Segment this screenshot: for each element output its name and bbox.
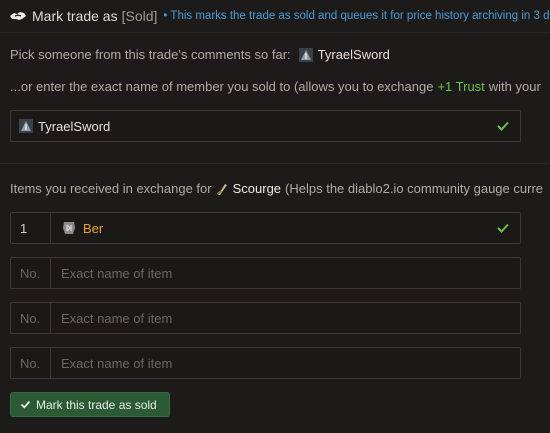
item-name-input[interactable]: Exact name of item [51,303,520,333]
enter-prefix: ...or enter the exact name of member you… [10,79,434,94]
commenter-link[interactable]: TyraelSword [298,47,390,62]
header-status-tag: [Sold] [121,8,158,24]
mark-sold-label: Mark this trade as sold [36,397,157,412]
trust-bonus: +1 Trust [437,79,485,94]
header-title: Mark trade as [32,8,118,24]
item-row: No. Exact name of item [10,257,521,289]
item-qty-input[interactable]: No. [11,303,51,333]
buyer-name-field[interactable]: TyraelSword [10,110,521,142]
pick-prompt: Pick someone from this trade's comments … [10,47,291,62]
handshake-icon [9,7,27,25]
item-qty-input[interactable]: No. [11,258,51,288]
item-name-input[interactable]: Ber [51,213,520,243]
item-qty-input[interactable]: 1 [11,213,51,243]
item-row: 1 Ber [10,212,521,244]
check-icon [20,399,31,410]
modal-header: Mark trade as [Sold] • This marks the tr… [0,0,550,33]
valid-check-icon [496,119,510,133]
sword-icon [216,182,229,196]
buyer-value: TyraelSword [19,119,110,134]
mark-sold-button[interactable]: Mark this trade as sold [10,392,170,417]
user-avatar-icon [298,47,313,62]
items-suffix: (Helps the diablo2.io community gauge cu… [285,181,543,196]
ber-rune-icon [61,220,77,236]
item-row: No. Exact name of item [10,302,521,334]
commenter-name: TyraelSword [317,47,390,62]
enter-name-row: ...or enter the exact name of member you… [10,79,541,94]
item-qty-input[interactable]: No. [11,348,51,378]
enter-suffix: with your [488,79,541,94]
items-received-row: Items you received in exchange for Scour… [10,181,543,196]
header-note: • This marks the trade as sold and queue… [163,10,550,22]
item-name-value: Ber [83,220,104,236]
pick-commenter-row: Pick someone from this trade's comments … [10,47,390,62]
item-name-input[interactable]: Exact name of item [51,348,520,378]
traded-item-name[interactable]: Scourge [233,181,281,196]
item-name-input[interactable]: Exact name of item [51,258,520,288]
section-divider [0,163,550,164]
buyer-name-text: TyraelSword [38,118,111,134]
user-avatar-icon [19,119,33,133]
item-row: No. Exact name of item [10,347,521,379]
items-prefix: Items you received in exchange for [10,181,212,196]
valid-check-icon [496,221,510,235]
